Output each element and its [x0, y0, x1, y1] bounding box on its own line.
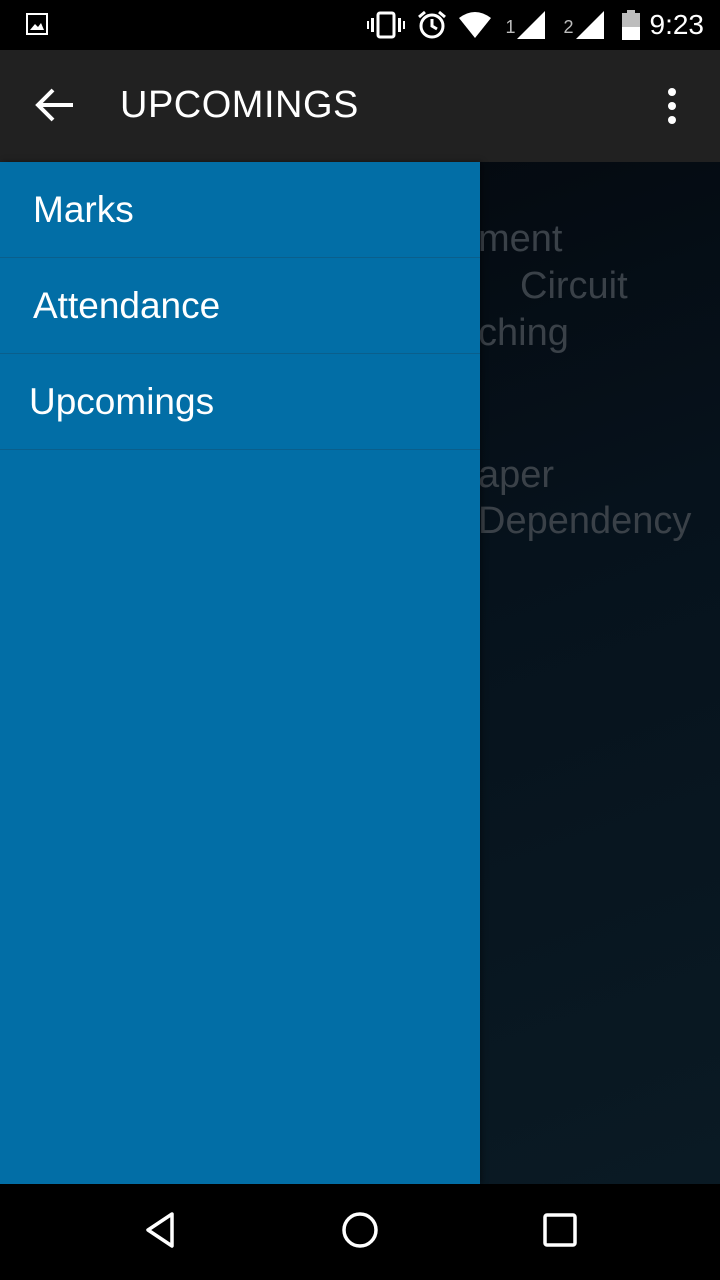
nav-recents-button[interactable] — [536, 1208, 584, 1256]
status-bar: 1 2 9:23 — [0, 0, 720, 50]
more-vert-icon — [668, 88, 676, 96]
home-circle-icon — [340, 1210, 380, 1254]
nav-back-button[interactable] — [136, 1208, 184, 1256]
vibrate-icon — [367, 11, 406, 39]
wifi-icon — [459, 12, 492, 38]
drawer-item-marks[interactable]: Marks — [0, 162, 480, 258]
arrow-back-icon — [35, 87, 75, 127]
sim1-label: 1 — [505, 16, 516, 37]
signal-icon — [575, 11, 604, 39]
overflow-menu-button[interactable] — [652, 86, 692, 126]
more-vert-dot — [668, 116, 676, 124]
recents-square-icon — [540, 1210, 580, 1254]
bg-text-fragment: ment — [478, 218, 563, 260]
back-button[interactable] — [28, 80, 82, 134]
sim2-label: 2 — [563, 16, 574, 37]
nav-home-button[interactable] — [336, 1208, 384, 1256]
clock: 9:23 — [649, 9, 705, 40]
alarm-icon — [417, 10, 447, 40]
page-title: UPCOMINGS — [120, 84, 359, 126]
more-vert-dot — [668, 102, 676, 110]
bg-text-fragment: Circuit — [520, 265, 628, 307]
back-triangle-icon — [140, 1210, 180, 1254]
signal-icon — [517, 11, 546, 39]
status-icons: 1 2 9:23 — [367, 0, 704, 50]
bg-text-fragment: ching — [478, 312, 569, 354]
image-notification-icon — [26, 13, 48, 35]
app-bar: UPCOMINGS — [0, 50, 720, 162]
drawer-item-upcomings[interactable]: Upcomings — [0, 354, 480, 450]
navigation-drawer: Marks Attendance Upcomings — [0, 162, 480, 1184]
bg-text-fragment: aper — [478, 454, 555, 496]
bg-text-fragment: Dependency — [478, 500, 692, 542]
battery-icon — [621, 10, 640, 40]
drawer-item-attendance[interactable]: Attendance — [0, 258, 480, 354]
system-nav-bar — [0, 1184, 720, 1280]
